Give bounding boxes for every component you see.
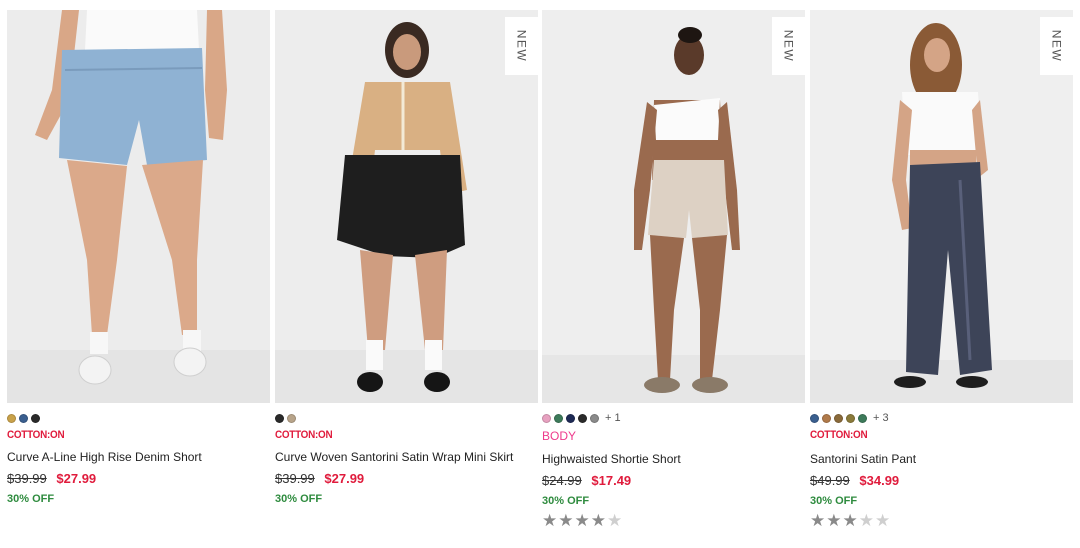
color-swatch[interactable] bbox=[7, 413, 16, 423]
color-swatch[interactable] bbox=[19, 413, 28, 423]
price-row: $24.99 $17.49 bbox=[542, 473, 631, 488]
star-filled-icon: ★ bbox=[826, 511, 843, 530]
brand-label: COTTON:ON bbox=[810, 429, 868, 441]
color-swatch[interactable] bbox=[542, 413, 551, 423]
original-price: $24.99 bbox=[542, 473, 582, 488]
product-image[interactable]: NEW bbox=[810, 10, 1073, 403]
color-swatch[interactable] bbox=[566, 413, 575, 423]
product-image[interactable]: NEW bbox=[542, 10, 805, 403]
color-swatches: + 1 bbox=[542, 412, 621, 424]
discount-label: 30% OFF bbox=[542, 495, 590, 507]
product-name[interactable]: Santorini Satin Pant bbox=[810, 452, 916, 466]
new-badge: NEW bbox=[772, 17, 805, 75]
product-name[interactable]: Curve A-Line High Rise Denim Short bbox=[7, 450, 202, 464]
sale-price: $27.99 bbox=[324, 471, 365, 486]
color-swatch[interactable] bbox=[822, 413, 831, 423]
product-name[interactable]: Curve Woven Santorini Satin Wrap Mini Sk… bbox=[275, 450, 513, 464]
star-filled-icon: ★ bbox=[842, 511, 859, 530]
color-swatch[interactable] bbox=[578, 413, 587, 423]
product-name[interactable]: Highwaisted Shortie Short bbox=[542, 452, 681, 466]
new-badge: NEW bbox=[1040, 17, 1073, 75]
price-row: $49.99 $34.99 bbox=[810, 473, 899, 488]
product-image[interactable]: NEW bbox=[275, 10, 538, 403]
star-rating: ★★★★★ bbox=[810, 511, 891, 531]
brand-label: COTTON:ON bbox=[7, 429, 65, 441]
star-empty-icon: ★ bbox=[858, 511, 875, 530]
discount-label: 30% OFF bbox=[810, 495, 858, 507]
woman-denim-shorts-photo bbox=[7, 10, 270, 403]
product-card[interactable]: NEW COTTON:ON Curve Woven Santorini Sati… bbox=[275, 0, 538, 548]
product-card[interactable]: NEW + 1 BODY Highwaisted Shortie Short $… bbox=[542, 0, 805, 548]
original-price: $39.99 bbox=[275, 471, 315, 486]
star-filled-icon: ★ bbox=[558, 511, 575, 530]
woman-bike-shorts-photo bbox=[542, 10, 805, 403]
color-swatch[interactable] bbox=[31, 413, 40, 423]
color-swatches bbox=[7, 412, 43, 424]
star-filled-icon: ★ bbox=[590, 511, 607, 530]
star-empty-icon: ★ bbox=[607, 511, 624, 530]
star-rating: ★★★★★ bbox=[542, 511, 623, 531]
product-image[interactable] bbox=[7, 10, 270, 403]
color-swatch[interactable] bbox=[834, 413, 843, 423]
original-price: $49.99 bbox=[810, 473, 850, 488]
color-swatch[interactable] bbox=[554, 413, 563, 423]
discount-label: 30% OFF bbox=[275, 493, 323, 505]
star-filled-icon: ★ bbox=[574, 511, 591, 530]
sale-price: $34.99 bbox=[859, 473, 900, 488]
product-card[interactable]: COTTON:ON Curve A-Line High Rise Denim S… bbox=[7, 0, 270, 548]
color-swatches: + 3 bbox=[810, 412, 889, 424]
color-swatches bbox=[275, 412, 299, 424]
more-colors[interactable]: + 3 bbox=[873, 412, 889, 424]
price-row: $39.99 $27.99 bbox=[7, 471, 96, 486]
woman-satin-pant-photo bbox=[810, 10, 1073, 403]
more-colors[interactable]: + 1 bbox=[605, 412, 621, 424]
star-filled-icon: ★ bbox=[542, 511, 559, 530]
color-swatch[interactable] bbox=[858, 413, 867, 423]
star-filled-icon: ★ bbox=[810, 511, 827, 530]
original-price: $39.99 bbox=[7, 471, 47, 486]
color-swatch[interactable] bbox=[287, 413, 296, 423]
star-empty-icon: ★ bbox=[875, 511, 892, 530]
brand-label: BODY bbox=[542, 429, 577, 443]
color-swatch[interactable] bbox=[590, 413, 599, 423]
woman-mini-skirt-photo bbox=[275, 10, 538, 403]
color-swatch[interactable] bbox=[846, 413, 855, 423]
color-swatch[interactable] bbox=[275, 413, 284, 423]
sale-price: $17.49 bbox=[591, 473, 632, 488]
color-swatch[interactable] bbox=[810, 413, 819, 423]
new-badge: NEW bbox=[505, 17, 538, 75]
discount-label: 30% OFF bbox=[7, 493, 55, 505]
sale-price: $27.99 bbox=[56, 471, 97, 486]
brand-label: COTTON:ON bbox=[275, 429, 333, 441]
price-row: $39.99 $27.99 bbox=[275, 471, 364, 486]
product-card[interactable]: NEW + 3 COTTON:ON Santorini Satin Pant $… bbox=[810, 0, 1073, 548]
